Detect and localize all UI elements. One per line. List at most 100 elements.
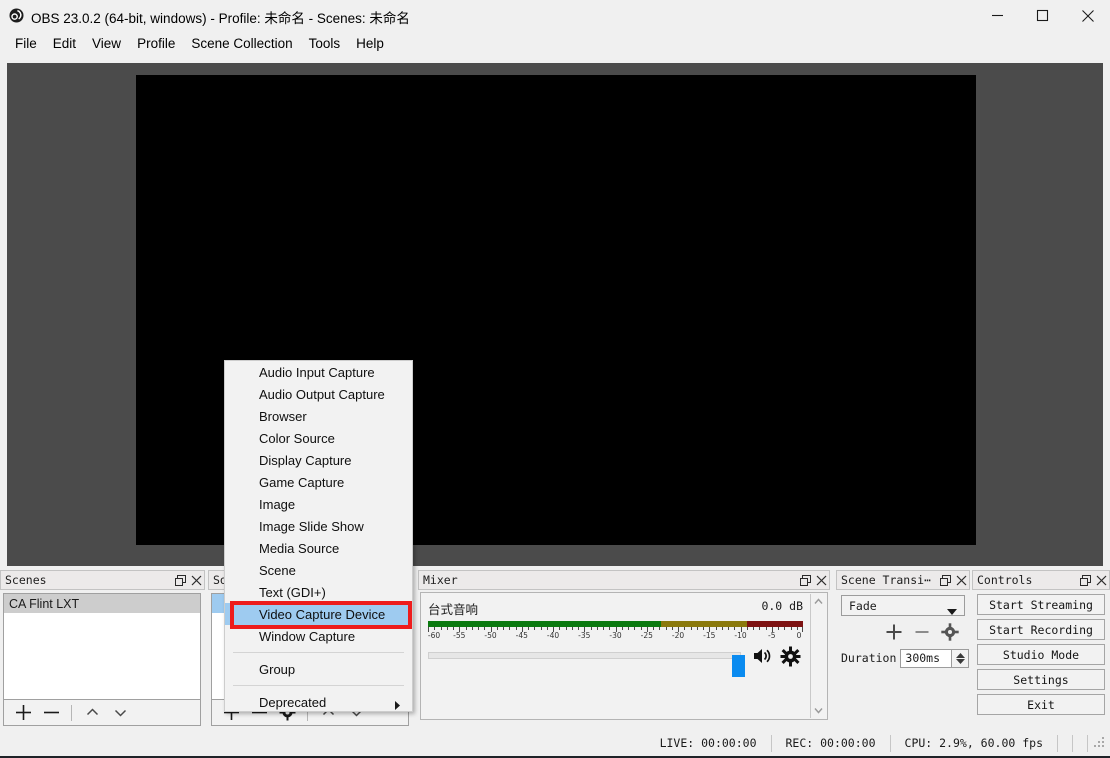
meter-minor-tick (728, 627, 729, 630)
meter-minor-tick (715, 627, 717, 630)
transitions-close-icon[interactable] (953, 571, 969, 589)
start-streaming-button[interactable]: Start Streaming (977, 594, 1105, 615)
duration-stepper[interactable]: 300ms (900, 648, 969, 668)
context-menu-item[interactable]: Media Source (225, 537, 412, 559)
context-menu-item-label: Image (259, 496, 296, 512)
list-item[interactable]: CA Flint LXT (4, 594, 200, 613)
transition-selected-value: Fade (849, 598, 877, 613)
context-menu-item[interactable]: Scene (225, 559, 412, 581)
meter-minor-tick (534, 627, 536, 630)
window-title: OBS 23.0.2 (64-bit, windows) - Profile: … (31, 11, 410, 26)
meter-minor-tick (528, 627, 529, 630)
meter-minor-tick (734, 627, 736, 630)
rec-status: REC: 00:00:00 (772, 734, 891, 752)
context-menu-item[interactable]: Browser (225, 405, 412, 427)
mixer-dock: Mixer 台式音响 0.0 dB -60 -55 -50 -45 -40 -35 -30-… (418, 570, 830, 726)
minimize-button[interactable] (975, 0, 1020, 31)
context-menu-item[interactable]: Window Capture (225, 625, 412, 647)
settings-button[interactable]: Settings (977, 669, 1105, 690)
duration-label: Duration (841, 651, 897, 665)
context-menu-item-label: Media Source (259, 540, 340, 556)
meter-minor-tick (503, 627, 504, 630)
add-source-context-menu[interactable]: Audio Input Capture Audio Output Capture B… (224, 360, 413, 712)
context-menu-item[interactable]: Audio Output Capture (225, 383, 412, 405)
menu-scene-collection[interactable]: Scene Collection (183, 34, 300, 53)
transition-select[interactable]: Fade (841, 595, 965, 616)
meter-tick-label: -60 (427, 631, 441, 640)
context-menu-item[interactable]: Image (225, 493, 412, 515)
meter-major-tick (802, 627, 803, 632)
transitions-float-icon[interactable] (937, 571, 953, 589)
preview-area[interactable] (7, 63, 1103, 566)
mixer-scrollbar[interactable] (810, 594, 826, 718)
scenes-float-icon[interactable] (172, 571, 188, 589)
context-menu-item[interactable]: Color Source (225, 427, 412, 449)
context-menu-item-label: Image Slide Show (259, 518, 364, 534)
scroll-up-icon[interactable] (811, 594, 826, 609)
speaker-icon[interactable] (752, 646, 774, 666)
scenes-close-icon[interactable] (188, 571, 204, 589)
add-transition-icon[interactable] (885, 623, 903, 644)
menu-file[interactable]: File (7, 34, 45, 53)
menu-view[interactable]: View (84, 34, 129, 53)
meter-minor-tick (509, 627, 511, 630)
controls-close-icon[interactable] (1093, 571, 1109, 589)
volume-slider[interactable] (428, 652, 745, 677)
context-menu-item-label: Group (259, 661, 296, 677)
context-menu-item-label: Audio Input Capture (259, 364, 375, 380)
context-menu-item-label: Text (GDI+) (259, 584, 326, 600)
meter-tick-label: 0 (796, 631, 802, 640)
meter-minor-tick (565, 627, 567, 630)
meter-tick-label: -30 (609, 631, 622, 640)
menu-edit[interactable]: Edit (45, 34, 84, 53)
move-scene-down-icon[interactable] (107, 701, 133, 725)
meter-minor-tick (665, 627, 667, 630)
close-button[interactable] (1065, 0, 1110, 31)
scroll-down-icon[interactable] (811, 703, 826, 718)
start-recording-button[interactable]: Start Recording (977, 619, 1105, 640)
mixer-close-icon[interactable] (813, 571, 829, 589)
menu-separator (233, 685, 404, 686)
resize-grip[interactable] (1092, 735, 1108, 751)
controls-float-icon[interactable] (1077, 571, 1093, 589)
status-spacer-1 (1058, 734, 1073, 752)
exit-button[interactable]: Exit (977, 694, 1105, 715)
meter-minor-tick (778, 627, 779, 630)
context-menu-item[interactable]: Image Slide Show (225, 515, 412, 537)
meter-tick-label: -15 (703, 631, 716, 640)
context-menu-item[interactable]: Deprecated (225, 691, 412, 713)
context-menu-item[interactable]: Game Capture (225, 471, 412, 493)
context-menu-item-label: Game Capture (259, 474, 345, 490)
duration-spin-buttons[interactable] (951, 649, 968, 667)
add-scene-icon[interactable] (10, 701, 36, 725)
studio-mode-button[interactable]: Studio Mode (977, 644, 1105, 665)
context-menu-item[interactable]: Video Capture Device (225, 603, 412, 625)
transition-properties-gear-icon[interactable] (941, 622, 959, 644)
context-menu-item[interactable]: Audio Input Capture (225, 361, 412, 383)
mixer-float-icon[interactable] (797, 571, 813, 589)
scenes-list[interactable]: CA Flint LXT (3, 593, 201, 700)
duration-value: 300ms (905, 651, 941, 665)
maximize-button[interactable] (1020, 0, 1065, 31)
remove-transition-icon[interactable] (913, 623, 931, 644)
context-menu-item-label: Display Capture (259, 452, 352, 468)
context-menu-item[interactable]: Text (GDI+) (225, 581, 412, 603)
mixer-settings-gear-icon[interactable] (780, 646, 801, 667)
meter-minor-tick (515, 627, 517, 630)
live-status: LIVE: 00:00:00 (646, 734, 772, 752)
menu-profile[interactable]: Profile (129, 34, 183, 53)
context-menu-item-label: Browser (259, 408, 307, 424)
menu-help[interactable]: Help (348, 34, 392, 53)
menu-tools[interactable]: Tools (301, 34, 349, 53)
meter-minor-tick (590, 627, 592, 630)
scenes-toolbar (3, 700, 201, 726)
move-scene-up-icon[interactable] (79, 701, 105, 725)
meter-minor-tick (696, 627, 698, 630)
volume-slider-handle[interactable] (732, 655, 745, 677)
context-menu-item[interactable]: Display Capture (225, 449, 412, 471)
context-menu-item[interactable]: Group (225, 658, 412, 680)
remove-scene-icon[interactable] (38, 701, 64, 725)
meter-tick-label: -5 (768, 631, 776, 640)
transition-buttons (841, 620, 965, 646)
scenes-dock: Scenes CA Flint LXT (0, 570, 205, 726)
